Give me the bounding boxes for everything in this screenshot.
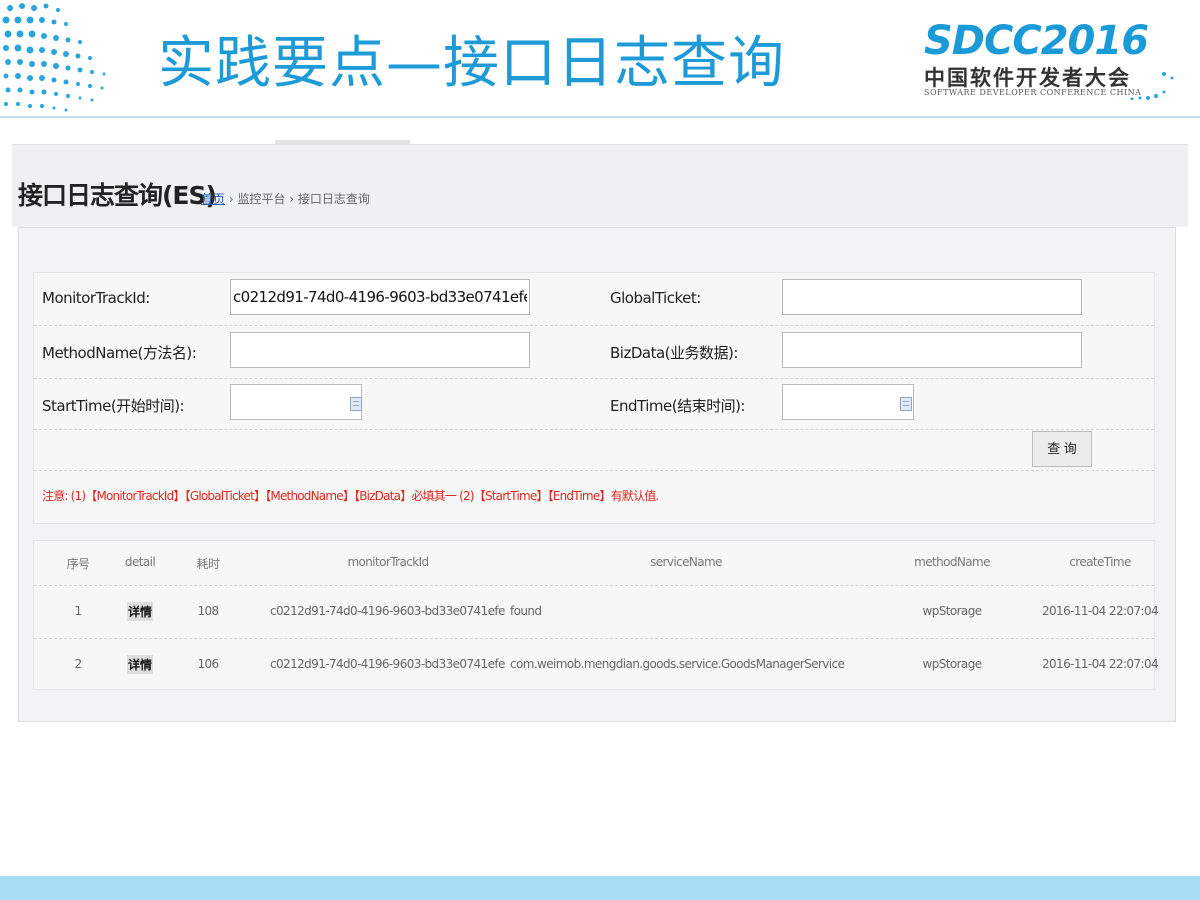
slide-header: 实践要点—接口日志查询 SDCC2016 中国软件开发者大会 SOFTWARE …	[0, 0, 1200, 118]
brand-dots-icon	[1130, 72, 1174, 100]
header-divider	[0, 116, 1200, 118]
monitor-track-id-label: MonitorTrackId:	[42, 289, 150, 307]
column-header: 耗时	[196, 557, 220, 571]
table-row: 2 详情 106 c0212d91-74d0-4196-9603-bd33e07…	[34, 639, 1159, 689]
slide-title: 实践要点—接口日志查询	[158, 31, 785, 96]
breadcrumb: 首页 › 监控平台 › 接口日志查询	[201, 190, 370, 207]
row-cost: 106	[197, 657, 219, 671]
form-row: MonitorTrackId: GlobalTicket:	[34, 273, 1154, 326]
row-service-name: com.weimob.mengdian.goods.service.GoodsM…	[510, 657, 845, 671]
row-service-name: found	[510, 604, 542, 618]
table-row: 1 详情 108 c0212d91-74d0-4196-9603-bd33e07…	[34, 586, 1159, 638]
slide-footer-bar	[0, 876, 1200, 900]
calendar-icon[interactable]	[900, 397, 912, 411]
results-table: 序号 detail 耗时 monitorTrackId serviceName …	[33, 540, 1159, 690]
breadcrumb-separator: ›	[285, 192, 298, 206]
monitor-track-id-input[interactable]	[230, 279, 530, 315]
required-fields-note: 注意: (1)【MonitorTrackId】【GlobalTicket】【Me…	[42, 489, 659, 503]
decorative-dots-icon	[2, 3, 106, 112]
detail-button[interactable]: 详情	[126, 655, 154, 674]
row-index: 2	[74, 657, 82, 671]
detail-button[interactable]: 详情	[126, 602, 154, 621]
method-name-label: MethodName(方法名):	[42, 344, 197, 362]
column-header: 序号	[66, 557, 90, 571]
row-create-time: 2016-11-04 22:07:04	[1041, 657, 1159, 671]
query-button[interactable]: 查 询	[1032, 431, 1092, 467]
row-monitor-track-id: c0212d91-74d0-4196-9603-bd33e0741efe	[270, 604, 505, 618]
breadcrumb-home-link[interactable]: 首页	[201, 192, 225, 206]
row-monitor-track-id: c0212d91-74d0-4196-9603-bd33e0741efe	[270, 657, 505, 671]
row-method-name: wpStorage	[922, 604, 983, 618]
search-form: MonitorTrackId: GlobalTicket: MethodName…	[33, 272, 1155, 524]
brand-name: SDCC2016	[924, 18, 1149, 64]
start-time-input[interactable]	[230, 384, 362, 420]
row-method-name: wpStorage	[922, 657, 983, 671]
row-create-time: 2016-11-04 22:07:04	[1041, 604, 1159, 618]
breadcrumb-item-monitor[interactable]: 监控平台	[237, 192, 285, 206]
row-index: 1	[74, 604, 82, 618]
breadcrumb-separator: ›	[225, 192, 238, 206]
column-header: methodName	[914, 555, 990, 569]
global-ticket-input[interactable]	[782, 279, 1082, 315]
biz-data-input[interactable]	[782, 332, 1082, 368]
start-time-label: StartTime(开始时间):	[42, 397, 185, 415]
row-cost: 108	[197, 604, 219, 618]
calendar-icon[interactable]	[350, 397, 362, 411]
form-row: MethodName(方法名): BizData(业务数据):	[34, 326, 1154, 379]
column-header: createTime	[1069, 555, 1131, 569]
column-header: monitorTrackId	[347, 555, 429, 569]
form-row	[34, 430, 1154, 471]
breadcrumb-item-current: 接口日志查询	[297, 192, 370, 206]
column-header: detail	[124, 555, 156, 569]
column-header: serviceName	[650, 555, 722, 569]
form-row: StartTime(开始时间): EndTime(结束时间):	[34, 379, 1154, 430]
end-time-input[interactable]	[782, 384, 914, 420]
global-ticket-label: GlobalTicket:	[610, 289, 701, 307]
sdcc-logo: SDCC2016 中国软件开发者大会 SOFTWARE DEVELOPER CO…	[920, 18, 1180, 118]
biz-data-label: BizData(业务数据):	[610, 344, 738, 362]
method-name-input[interactable]	[230, 332, 530, 368]
page-title: 接口日志查询(ES)	[18, 181, 217, 210]
end-time-label: EndTime(结束时间):	[610, 397, 745, 415]
main-content: MonitorTrackId: GlobalTicket: MethodName…	[18, 227, 1176, 722]
